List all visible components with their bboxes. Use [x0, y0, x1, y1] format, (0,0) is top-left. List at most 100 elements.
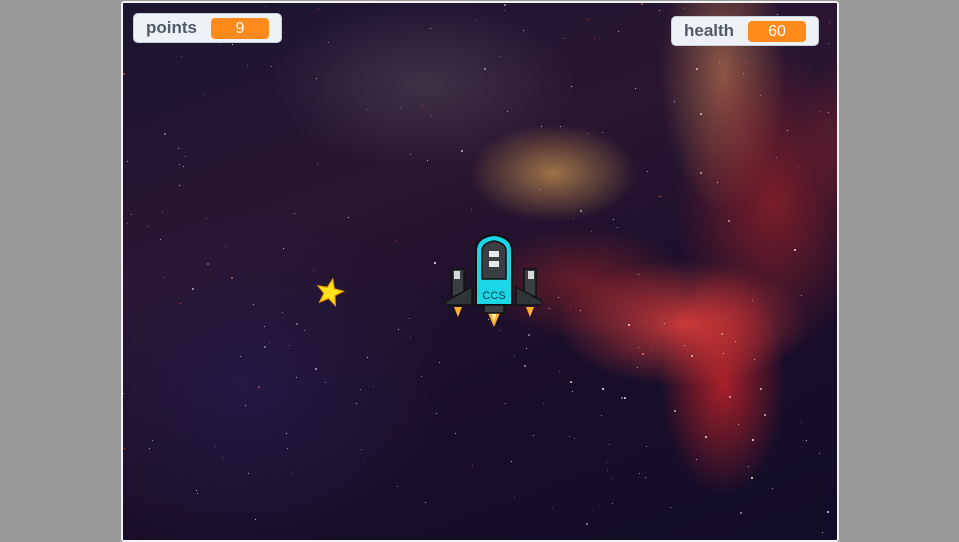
background-star: [367, 109, 368, 110]
background-star: [523, 30, 524, 31]
background-star: [594, 38, 595, 39]
game-stage[interactable]: points 9 health 60 CCS: [121, 1, 839, 542]
background-star: [396, 240, 397, 241]
background-star: [367, 357, 368, 358]
background-star: [505, 403, 506, 404]
background-star: [162, 212, 163, 213]
background-star: [264, 346, 266, 348]
background-star: [651, 348, 652, 349]
background-star: [514, 497, 515, 498]
background-star: [721, 333, 723, 335]
background-star: [580, 210, 582, 212]
background-star: [499, 56, 500, 57]
background-star: [149, 448, 150, 449]
background-star: [637, 367, 638, 368]
background-star: [684, 345, 685, 346]
background-star: [197, 493, 198, 494]
background-star: [287, 448, 288, 449]
background-star: [827, 511, 829, 513]
background-star: [318, 8, 319, 9]
background-star: [282, 312, 283, 313]
background-star: [801, 295, 802, 296]
background-star: [798, 166, 799, 167]
background-star: [398, 329, 399, 330]
background-star: [164, 277, 165, 278]
background-star: [283, 32, 284, 33]
background-star: [253, 304, 254, 305]
background-star: [691, 355, 693, 357]
background-star: [373, 386, 374, 387]
background-star: [601, 415, 602, 416]
background-star: [752, 300, 753, 301]
star-sprite[interactable]: [315, 277, 345, 307]
spaceship-label: CCS: [482, 290, 505, 302]
background-star: [231, 277, 233, 279]
background-star: [207, 263, 209, 265]
background-star: [735, 341, 736, 342]
background-star: [528, 334, 530, 336]
background-star: [751, 477, 753, 479]
background-star: [225, 246, 226, 247]
background-star: [586, 523, 588, 525]
background-star: [409, 318, 410, 319]
background-star: [203, 94, 204, 95]
background-star: [801, 422, 802, 423]
background-star: [684, 8, 685, 9]
background-star: [436, 413, 437, 414]
background-star: [196, 490, 197, 491]
background-star: [474, 67, 475, 68]
background-star: [658, 196, 659, 197]
background-star: [131, 214, 132, 215]
background-star: [639, 473, 640, 474]
background-star: [621, 397, 623, 399]
background-star: [315, 368, 317, 370]
background-star: [777, 14, 778, 15]
background-star: [255, 519, 256, 520]
background-star: [647, 171, 648, 172]
points-value: 9: [211, 17, 269, 39]
background-star: [606, 462, 607, 463]
background-star: [638, 347, 639, 348]
background-star: [484, 68, 486, 70]
background-star: [264, 326, 265, 327]
background-star: [624, 397, 626, 399]
background-star: [728, 220, 730, 222]
background-star: [819, 453, 820, 454]
background-star: [265, 6, 266, 7]
background-star: [549, 308, 550, 309]
spaceship-sprite[interactable]: CCS: [446, 229, 542, 329]
background-star: [283, 248, 284, 249]
background-star: [160, 239, 161, 240]
background-star: [772, 488, 773, 489]
background-star: [316, 78, 317, 79]
background-star: [628, 324, 630, 326]
points-monitor: points 9: [133, 13, 282, 43]
background-star: [541, 126, 542, 127]
background-star: [571, 86, 572, 87]
background-star: [559, 371, 560, 372]
background-star: [222, 457, 223, 458]
background-star: [425, 502, 426, 503]
background-star: [723, 353, 724, 354]
background-star: [760, 388, 762, 390]
background-star: [740, 512, 742, 514]
background-star: [397, 486, 398, 487]
background-star: [569, 436, 570, 437]
background-star: [185, 156, 186, 157]
background-star: [642, 353, 644, 355]
background-star: [500, 330, 501, 331]
background-star: [434, 262, 436, 264]
health-label: health: [684, 21, 735, 40]
background-star: [325, 382, 326, 383]
background-star: [602, 132, 603, 133]
background-star: [286, 433, 287, 434]
background-star: [754, 359, 755, 360]
background-star: [828, 112, 829, 113]
background-star: [507, 111, 508, 112]
background-star: [361, 449, 362, 450]
background-star: [439, 362, 440, 363]
background-star: [560, 126, 561, 127]
background-star: [232, 44, 233, 45]
background-star: [572, 391, 573, 392]
background-star: [822, 532, 823, 533]
